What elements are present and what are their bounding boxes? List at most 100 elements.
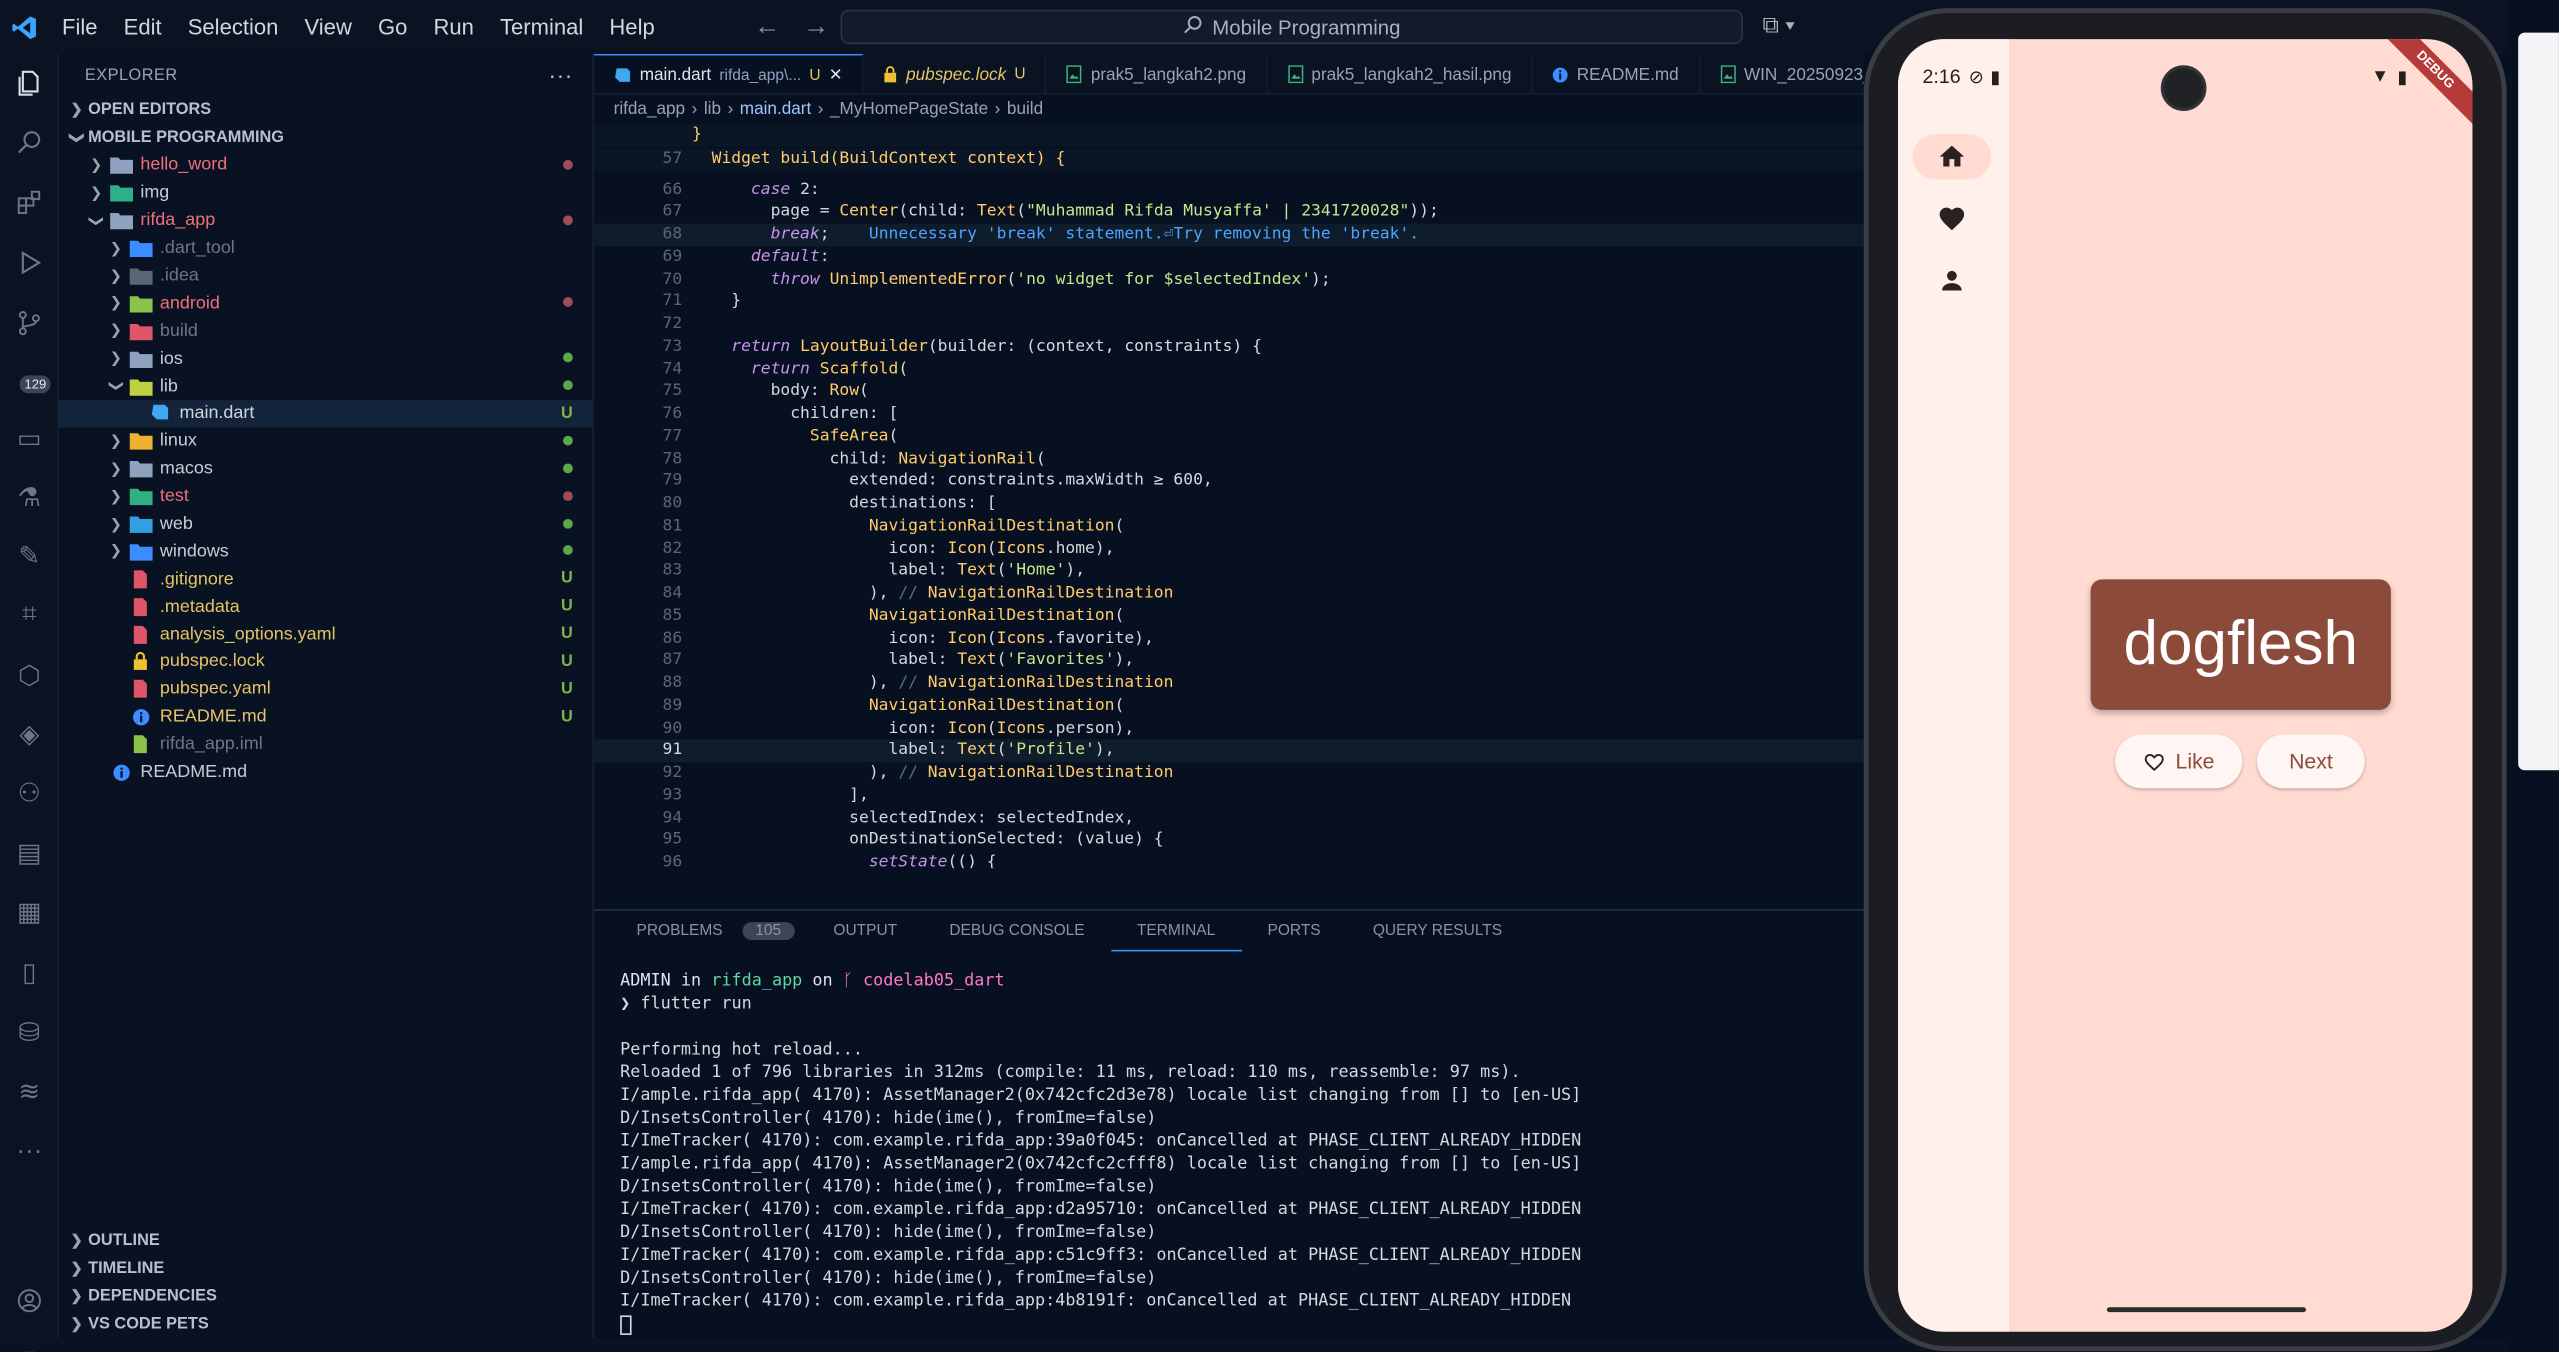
open-editors-section[interactable]: ❯ OPEN EDITORS (59, 96, 593, 124)
rail-favorites-destination[interactable] (1913, 196, 1991, 242)
mobile-icon[interactable]: ▯ (10, 953, 49, 992)
layers-icon[interactable]: ≋ (10, 1072, 49, 1111)
tree-item[interactable]: ❯ build (59, 317, 593, 345)
pen-icon[interactable]: ✎ (10, 537, 49, 576)
tree-item[interactable]: ❯ macos (59, 455, 593, 483)
panel-tab-problems[interactable]: PROBLEMS 105 (610, 922, 807, 941)
code-line[interactable]: 75 body: Row( (594, 380, 1864, 402)
menu-item-file[interactable]: File (49, 0, 111, 54)
code-line[interactable]: 72 (594, 313, 1864, 335)
panel-tab-ports[interactable]: PORTS (1241, 922, 1346, 940)
like-button[interactable]: Like (2115, 734, 2243, 789)
panel-tab-terminal[interactable]: TERMINAL (1110, 911, 1242, 952)
editor-tab[interactable]: WIN_20250923_1 (1700, 54, 1864, 93)
code-line[interactable]: 69 default: (594, 246, 1864, 268)
code-line[interactable]: 93 ], (594, 784, 1864, 806)
code-line[interactable]: 95 onDestinationSelected: (value) { (594, 829, 1864, 851)
tree-item[interactable]: ❯ img (59, 179, 593, 207)
breadcrumb-item[interactable]: main.dart (740, 100, 811, 120)
close-icon[interactable]: ✕ (829, 66, 843, 84)
tree-item[interactable]: ❯ ios (59, 345, 593, 373)
editor-tab[interactable]: pubspec.lock U (864, 53, 1047, 94)
tree-item[interactable]: ❯ web (59, 510, 593, 538)
code-line[interactable]: 84 ), // NavigationRailDestination (594, 582, 1864, 604)
tree-item[interactable]: ❯ windows (59, 538, 593, 566)
tree-item[interactable]: pubspec.yaml U (59, 676, 593, 704)
flutter-icon[interactable]: ◈ (10, 715, 49, 754)
code-line[interactable]: 77 SafeArea( (594, 425, 1864, 447)
panel-tab-query-results[interactable]: QUERY RESULTS (1347, 922, 1528, 940)
menu-item-terminal[interactable]: Terminal (487, 0, 596, 54)
editor-tab[interactable]: README.md (1533, 53, 1700, 94)
code-line[interactable]: 90 icon: Icon(Icons.person), (594, 717, 1864, 739)
tree-item[interactable]: analysis_options.yaml U (59, 620, 593, 648)
breadcrumb-item[interactable]: lib (704, 100, 721, 120)
menu-item-help[interactable]: Help (596, 0, 667, 54)
tree-item[interactable]: README.md (59, 758, 593, 786)
tree-item[interactable]: pubspec.lock U (59, 648, 593, 676)
panel-tab-debug-console[interactable]: DEBUG CONSOLE (923, 922, 1111, 940)
section-vs-code-pets[interactable]: ❯ VS CODE PETS (59, 1310, 593, 1338)
back-arrow-icon[interactable]: ← (754, 12, 780, 41)
run-debug-icon[interactable] (10, 243, 49, 282)
tree-item[interactable]: .metadata U (59, 593, 593, 621)
terminal-output[interactable]: ADMIN in rifda_app on ᚴ codelab05_dart ❯ … (594, 951, 1864, 1339)
search-icon[interactable] (10, 122, 49, 161)
editor-tab[interactable]: prak5_langkah2.png (1047, 53, 1268, 94)
code-line[interactable]: 83 label: Text('Home'), (594, 560, 1864, 582)
code-line[interactable]: 81 NavigationRailDestination( (594, 515, 1864, 537)
breadcrumb-item[interactable]: rifda_app (614, 100, 685, 120)
code-line[interactable]: 71 } (594, 291, 1864, 313)
tree-item[interactable]: ❯ android (59, 290, 593, 318)
sticky-code-line[interactable]: } (594, 124, 1864, 147)
code-line[interactable]: 94 selectedIndex: selectedIndex, (594, 807, 1864, 829)
code-line[interactable]: 89 NavigationRailDestination( (594, 695, 1864, 717)
workspace-section[interactable]: ❯ MOBILE PROGRAMMING (59, 124, 593, 152)
database-icon[interactable]: ⛁ (10, 1013, 49, 1052)
forward-arrow-icon[interactable]: → (803, 12, 829, 41)
rail-profile-destination[interactable] (1913, 258, 1991, 304)
menu-item-view[interactable]: View (291, 0, 364, 54)
scan-icon[interactable]: ⌗ (10, 596, 49, 635)
editor-tab[interactable]: main.dart rifda_app\... U ✕ (594, 53, 864, 94)
panel-tab-output[interactable]: OUTPUT (807, 922, 923, 940)
tree-item[interactable]: ❯ .dart_tool (59, 234, 593, 262)
code-line[interactable]: 78 child: NavigationRail( (594, 448, 1864, 470)
tree-item[interactable]: ❯ test (59, 483, 593, 511)
code-line[interactable]: 79 extended: constraints.maxWidth ≥ 600, (594, 470, 1864, 492)
code-line[interactable]: 87 label: Text('Favorites'), (594, 650, 1864, 672)
code-line[interactable]: 68 break; Unnecessary 'break' statement.… (594, 223, 1864, 246)
rail-home-destination[interactable] (1912, 133, 1992, 180)
code-line[interactable]: 67 page = Center(child: Text("Muhammad R… (594, 201, 1864, 223)
code-view[interactable]: } 57 Widget build(BuildContext context) {… (594, 124, 1864, 868)
python-icon[interactable]: ⚇ (10, 774, 49, 813)
command-center-search[interactable]: Mobile Programming (840, 9, 1743, 45)
menu-item-run[interactable]: Run (420, 0, 487, 54)
tree-item[interactable]: ❯ hello_word (59, 152, 593, 180)
menu-item-selection[interactable]: Selection (175, 0, 292, 54)
source-control-icon[interactable] (10, 304, 49, 343)
tree-item[interactable]: main.dart U (58, 399, 593, 428)
code-line[interactable]: 91 label: Text('Profile'), (594, 739, 1864, 762)
sticky-code-line[interactable]: 57 Widget build(BuildContext context) { (594, 148, 1864, 171)
tree-item[interactable]: ❯ .idea (59, 262, 593, 290)
testing-icon[interactable]: ⚗ (10, 478, 49, 517)
code-line[interactable]: 86 icon: Icon(Icons.favorite), (594, 627, 1864, 649)
code-line[interactable]: 96 setState(() { (594, 852, 1864, 868)
section-outline[interactable]: ❯ OUTLINE (59, 1227, 593, 1255)
code-line[interactable]: 82 icon: Icon(Icons.home), (594, 538, 1864, 560)
code-line[interactable]: 76 children: [ (594, 403, 1864, 425)
tree-item[interactable]: rifda_app.iml (59, 731, 593, 759)
notebook-icon[interactable]: ▤ (10, 834, 49, 873)
menu-item-go[interactable]: Go (365, 0, 421, 54)
tree-item[interactable]: ❯ lib (59, 372, 593, 400)
more-icon[interactable]: ··· (10, 1133, 49, 1172)
code-line[interactable]: 73 return LayoutBuilder(builder: (contex… (594, 336, 1864, 358)
code-line[interactable]: 74 return Scaffold( (594, 358, 1864, 380)
tree-item[interactable]: .gitignore U (59, 565, 593, 593)
code-line[interactable]: 88 ), // NavigationRailDestination (594, 672, 1864, 694)
code-line[interactable]: 66 case 2: (594, 179, 1864, 201)
extensions-icon[interactable] (10, 183, 49, 222)
code-line[interactable]: 80 destinations: [ (594, 493, 1864, 515)
explorer-icon[interactable] (10, 64, 49, 103)
